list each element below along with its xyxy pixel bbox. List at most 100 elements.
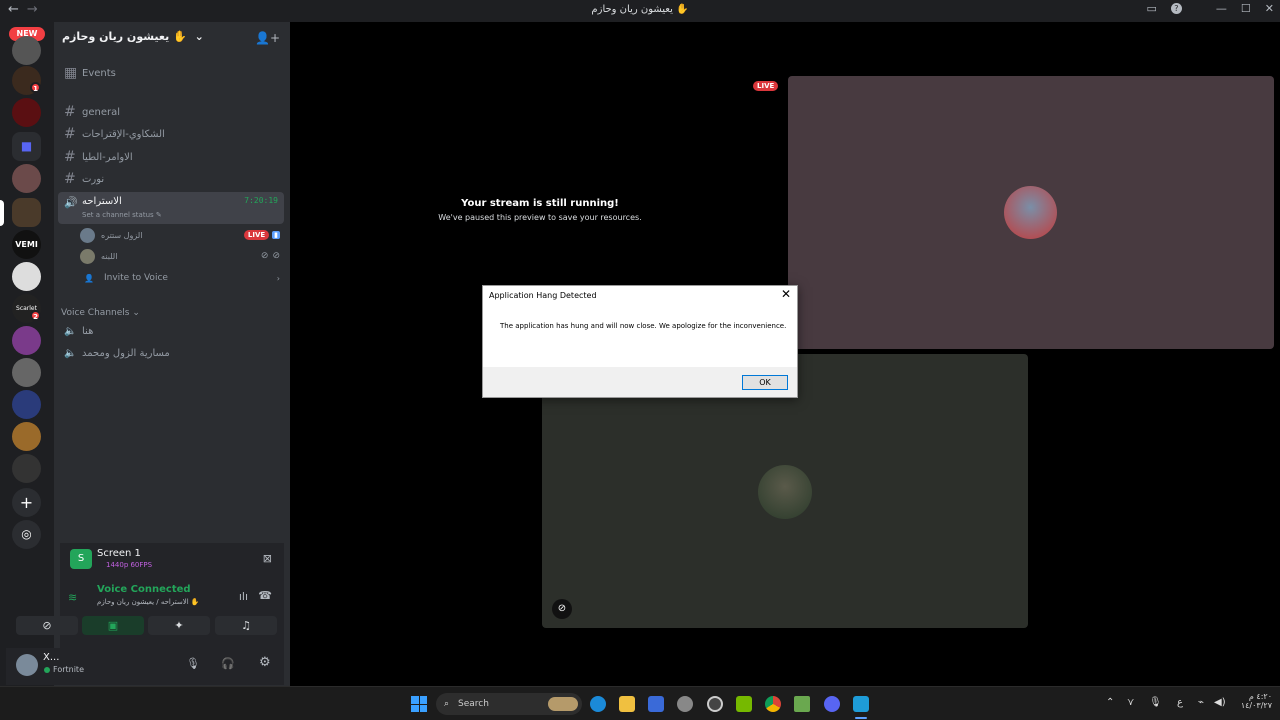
disconnect-icon[interactable]: ☎ [258, 589, 272, 602]
stop-stream-icon[interactable]: ⊠ [263, 552, 272, 565]
taskbar: ⌕ Search ⌃ ⋎ 🎙 ع ⌁ ◀) ٤:٢٠ م ١٤/٠٣/٢٧ [0, 686, 1280, 720]
events-item[interactable]: ▦ Events [58, 63, 284, 83]
microphone-icon[interactable]: 🎙 [1149, 697, 1162, 708]
user-activity: Fortnite [53, 665, 84, 674]
discover-icon[interactable]: ◎ [12, 520, 41, 549]
microphone-icon[interactable]: 🎙 [186, 657, 200, 670]
folder-icon[interactable]: ■ [12, 132, 41, 161]
fortnite-icon[interactable] [853, 696, 869, 712]
volume-icon[interactable]: ◀) [1214, 697, 1226, 708]
voice-location[interactable]: الاستراحه / يعيشون ريان وحازم ✋ [97, 598, 200, 606]
deafened-icon: ⊘ [272, 251, 280, 261]
windows-start-icon[interactable] [411, 696, 427, 712]
dialog-message: The application has hung and will now cl… [500, 322, 787, 330]
server-icon[interactable] [12, 390, 41, 419]
wifi-icon[interactable]: ⌁ [1198, 697, 1204, 708]
screen-share-button[interactable]: ▣ [82, 616, 144, 635]
title-bar: ← → يعيشون ريان وحازم ✋ ▭ ? — ☐ ✕ [0, 0, 1280, 22]
inbox-icon[interactable]: ▭ [1147, 2, 1157, 15]
server-icon[interactable] [12, 198, 41, 227]
channel-status[interactable]: Set a channel status ✎ [82, 211, 244, 219]
clock[interactable]: ٤:٢٠ م ١٤/٠٣/٢٧ [1232, 692, 1272, 710]
avatar [80, 248, 95, 264]
channel-name: general [82, 106, 121, 118]
server-icon[interactable]: VEMI [12, 230, 41, 259]
calendar-icon: ▦ [64, 65, 78, 81]
server-icon[interactable] [12, 262, 41, 291]
channel-general[interactable]: # general [58, 102, 284, 122]
user-avatar[interactable] [16, 654, 38, 676]
guild-name: يعيشون ريان وحازم ✋ [62, 30, 187, 43]
hash-icon: # [64, 149, 76, 165]
voice-channel[interactable]: 🔈 مسارية الزول ومحمد [58, 343, 284, 363]
search-box[interactable]: ⌕ Search [436, 693, 582, 715]
invite-to-voice[interactable]: 👤 Invite to Voice › [80, 269, 280, 287]
server-icon[interactable] [12, 358, 41, 387]
help-icon[interactable]: ? [1170, 3, 1182, 14]
close-icon[interactable]: ✕ [1265, 2, 1274, 15]
channel-welcome[interactable]: # نورت [58, 169, 284, 189]
server-icon[interactable] [12, 164, 41, 193]
channel-commands[interactable]: # الاوامر-الطيا [58, 147, 284, 167]
muted-mic-icon: ⊘ [260, 251, 269, 261]
file-explorer-icon[interactable] [619, 696, 635, 712]
settings-icon[interactable]: ⚙ [259, 655, 271, 670]
guild-header[interactable]: يعيشون ريان وحازم ✋ ⌄ [62, 30, 204, 43]
app-icon[interactable] [677, 696, 693, 712]
search-icon: ⌕ [444, 699, 450, 709]
voice-user[interactable]: اللبنه ⊘ ⊘ [80, 247, 280, 265]
ok-button[interactable]: OK [742, 375, 788, 390]
hash-icon: # [64, 126, 76, 142]
server-icon[interactable] [12, 454, 41, 483]
hash-icon: # [64, 171, 76, 187]
username[interactable]: X... [43, 652, 59, 663]
stream-preview-icon: S [70, 549, 92, 569]
events-label: Events [82, 67, 116, 79]
camera-off-button[interactable]: ⊘ [16, 616, 78, 635]
server-icon[interactable] [12, 36, 41, 65]
server-icon[interactable] [12, 422, 41, 451]
status-dot-icon [44, 667, 50, 673]
app-icon[interactable] [707, 696, 723, 712]
voice-channel-name: هنا [82, 325, 94, 337]
search-highlight-icon [548, 697, 578, 711]
voice-channel[interactable]: 🔈 هنا [58, 321, 284, 341]
noise-suppression-icon[interactable]: ılı [239, 590, 248, 603]
server-icon[interactable] [12, 326, 41, 355]
store-icon[interactable] [648, 696, 664, 712]
participant-avatar [1004, 186, 1057, 239]
chevron-up-icon[interactable]: ⌃ [1106, 697, 1114, 708]
camera-off-icon[interactable]: ⊘ [552, 599, 572, 619]
video-tile[interactable] [788, 76, 1274, 349]
voice-channels-header[interactable]: Voice Channels ⌄ [61, 308, 140, 318]
dialog-title: Application Hang Detected [489, 291, 597, 300]
server-icon[interactable] [12, 98, 41, 127]
activities-button[interactable]: ✦ [148, 616, 210, 635]
voice-connected-label[interactable]: Voice Connected [97, 584, 191, 595]
chrome-icon[interactable] [765, 696, 781, 712]
headphones-icon[interactable]: 🎧 [221, 657, 235, 670]
close-icon[interactable]: ✕ [781, 287, 791, 301]
language-indicator[interactable]: ع [1177, 697, 1183, 708]
user-panel: X... Fortnite 🎙 🎧 ⚙ [6, 648, 284, 685]
voice-connected-panel: ≋ Voice Connected الاستراحه / يعيشون ريا… [60, 578, 284, 648]
soundboard-button[interactable]: ♫ [215, 616, 277, 635]
voice-channel-active[interactable]: 🔊 الاستراحه Set a channel status ✎ 7:20:… [58, 192, 284, 224]
network-icon[interactable]: ⋎ [1127, 697, 1134, 708]
window-title: يعيشون ريان وحازم ✋ [591, 4, 689, 15]
discord-icon[interactable] [824, 696, 840, 712]
maximize-icon[interactable]: ☐ [1241, 2, 1251, 15]
invite-people-icon[interactable]: 👤+ [255, 31, 280, 45]
minimize-icon[interactable]: — [1216, 2, 1227, 15]
add-server-icon[interactable]: + [12, 488, 41, 517]
stream-paused-message: Your stream is still running! We've paus… [410, 198, 670, 222]
invite-label: Invite to Voice [103, 273, 168, 283]
edge-icon[interactable] [590, 696, 606, 712]
stream-panel: S Screen 1 1440p 60FPS ⊠ [60, 543, 284, 578]
voice-user[interactable]: الزول ستتره LIVE ▮ [80, 226, 280, 244]
channel-complaints[interactable]: # الشكاوي-الإقتراحات [58, 124, 284, 144]
chess-icon[interactable] [794, 696, 810, 712]
avatar [80, 227, 95, 243]
nvidia-icon[interactable] [736, 696, 752, 712]
signal-icon: ≋ [68, 591, 78, 604]
